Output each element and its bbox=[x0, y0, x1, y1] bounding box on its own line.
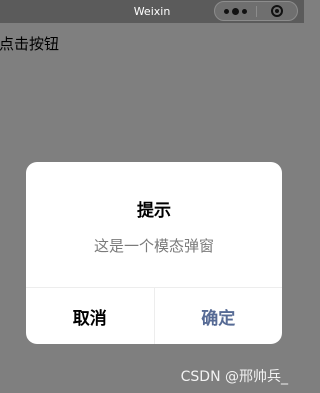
modal-footer: 取消 确定 bbox=[26, 287, 282, 344]
confirm-button[interactable]: 确定 bbox=[155, 288, 283, 344]
more-dots-icon[interactable] bbox=[215, 2, 256, 20]
navigation-bar: Weixin bbox=[0, 0, 304, 23]
target-close-icon[interactable] bbox=[257, 2, 297, 20]
watermark: CSDN @邢帅兵_ bbox=[180, 369, 288, 385]
cancel-button[interactable]: 取消 bbox=[26, 288, 155, 344]
capsule-menu bbox=[214, 1, 298, 21]
dot-center bbox=[232, 7, 239, 15]
dot-right bbox=[242, 8, 247, 14]
modal-dialog: 提示 这是一个模态弹窗 取消 确定 bbox=[26, 162, 282, 344]
ring-core bbox=[275, 9, 279, 13]
tap-button-text: 点击按钮 bbox=[0, 35, 60, 53]
modal-content: 这是一个模态弹窗 bbox=[93, 237, 214, 255]
ring-outline bbox=[271, 5, 283, 17]
dot-left bbox=[224, 8, 229, 14]
modal-title: 提示 bbox=[137, 201, 171, 221]
